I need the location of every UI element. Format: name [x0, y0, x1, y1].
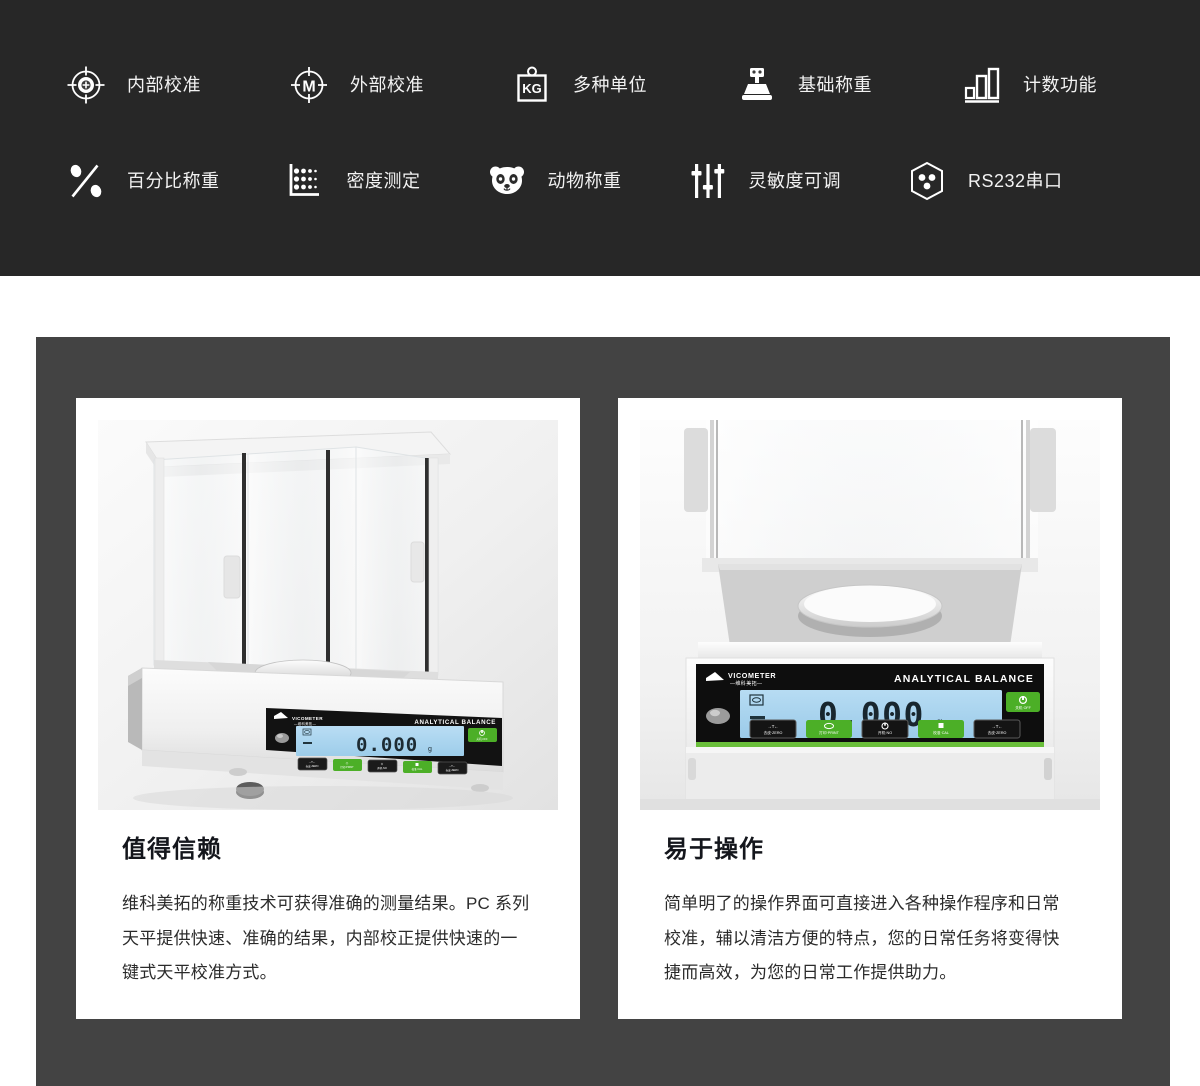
feature-row-2: 百分比称重 密度测定 动物称重 灵敏度可调 RS232串口 — [0, 133, 1200, 229]
feature-row-1: 内部校准 M 外部校准 KG 多种单位 基础称重 计数功能 — [0, 37, 1200, 133]
card-description: 简单明了的操作界面可直接进入各种操作程序和日常校准，辅以清洁方便的特点，您的日常… — [664, 893, 1060, 983]
density-dots-icon — [282, 157, 330, 205]
kg-weight-icon: KG — [508, 61, 556, 109]
analytical-balance-closeup-illustration: VICOMETER —维科美拓— ANALYTICAL BALANCE 0.00… — [640, 420, 1100, 810]
svg-text:KG: KG — [522, 81, 542, 96]
feature-item-basic-weighing[interactable]: 基础称重 — [733, 37, 872, 133]
svg-text:去皮·ZERO: 去皮·ZERO — [764, 730, 783, 735]
svg-text:关机·OFF: 关机·OFF — [1015, 705, 1031, 710]
card-body: 值得信赖 维科美拓的称重技术可获得准确的测量结果。PC 系列天平提供快速、准确的… — [98, 810, 558, 1019]
card-description: 维科美拓的称重技术可获得准确的测量结果。PC 系列天平提供快速、准确的结果，内部… — [122, 893, 530, 983]
feature-item-counting-function[interactable]: 计数功能 — [958, 37, 1097, 133]
svg-text:—维科美拓—: —维科美拓— — [730, 680, 762, 687]
card-title: 易于操作 — [664, 836, 764, 863]
feature-item-density-measurement[interactable]: 密度测定 — [282, 133, 421, 229]
panda-animal-icon — [483, 157, 531, 205]
feature-label: 内部校准 — [127, 75, 201, 95]
feature-label: 外部校准 — [350, 75, 424, 95]
device-display-value: 0.000 — [356, 734, 418, 756]
card-title: 值得信赖 — [122, 836, 222, 863]
platform-scale-icon — [733, 61, 781, 109]
svg-text:→T←: →T← — [991, 724, 1002, 729]
svg-text:去皮·ZERO: 去皮·ZERO — [988, 730, 1007, 735]
svg-text:打印·PRINT: 打印·PRINT — [819, 730, 839, 735]
feature-item-animal-weighing[interactable]: 动物称重 — [483, 133, 622, 229]
svg-text:M: M — [302, 79, 315, 96]
svg-text:去皮·ZERO: 去皮·ZERO — [446, 768, 459, 772]
svg-text:→T←: →T← — [308, 760, 316, 764]
svg-text:校准·CAL: 校准·CAL — [412, 767, 423, 771]
feature-item-multiple-units[interactable]: KG 多种单位 — [508, 37, 647, 133]
crosshair-target-icon — [62, 61, 110, 109]
bar-chart-icon — [958, 61, 1006, 109]
analytical-balance-illustration: VICOMETER —维科美拓— ANALYTICAL BALANCE 0.00… — [98, 420, 558, 810]
feature-item-rs232-port[interactable]: RS232串口 — [903, 133, 1063, 229]
feature-label: 多种单位 — [573, 75, 647, 95]
feature-item-internal-calibration[interactable]: 内部校准 — [62, 37, 201, 133]
feature-grid: 内部校准 M 外部校准 KG 多种单位 基础称重 计数功能 百分比称重 密度测定… — [0, 0, 1200, 276]
svg-text:打印·PRINT: 打印·PRINT — [340, 765, 354, 769]
device-display-unit: g — [428, 746, 432, 753]
device-brand: VICOMETER — [292, 716, 323, 721]
feature-label: 计数功能 — [1023, 75, 1097, 95]
feature-item-external-calibration[interactable]: M 外部校准 — [285, 37, 424, 133]
percent-icon — [62, 157, 110, 205]
svg-text:开机·NO: 开机·NO — [377, 766, 387, 770]
product-card-trustworthy[interactable]: VICOMETER —维科美拓— ANALYTICAL BALANCE 0.00… — [76, 398, 580, 1020]
feature-label: 灵敏度可调 — [748, 171, 841, 191]
feature-label: RS232串口 — [968, 171, 1063, 191]
product-card-list: VICOMETER —维科美拓— ANALYTICAL BALANCE 0.00… — [76, 398, 1122, 1020]
card-body: 易于操作 简单明了的操作界面可直接进入各种操作程序和日常校准，辅以清洁方便的特点… — [640, 810, 1100, 1019]
feature-item-percent-weighing[interactable]: 百分比称重 — [62, 133, 220, 229]
product-photo-full-balance: VICOMETER —维科美拓— ANALYTICAL BALANCE 0.00… — [98, 420, 558, 810]
feature-label: 百分比称重 — [127, 171, 220, 191]
device-model-text-2: ANALYTICAL BALANCE — [894, 673, 1034, 685]
product-panel: VICOMETER —维科美拓— ANALYTICAL BALANCE 0.00… — [36, 337, 1170, 1086]
svg-text:→T←: →T← — [767, 724, 778, 729]
hexagon-port-icon — [903, 157, 951, 205]
feature-item-adjustable-sensitivity[interactable]: 灵敏度可调 — [684, 133, 842, 229]
svg-text:开机·NO: 开机·NO — [878, 730, 892, 735]
svg-text:关机·OFF: 关机·OFF — [476, 737, 488, 741]
feature-label: 动物称重 — [547, 171, 622, 191]
svg-text:校准·CAL: 校准·CAL — [933, 730, 949, 735]
svg-text:—维科美拓—: —维科美拓— — [294, 721, 316, 726]
device-brand-2: VICOMETER — [728, 671, 776, 680]
feature-bar: 内部校准 M 外部校准 KG 多种单位 基础称重 计数功能 百分比称重 密度测定… — [0, 0, 1200, 276]
feature-label: 基础称重 — [798, 75, 872, 95]
crosshair-m-icon: M — [285, 61, 333, 109]
feature-label: 密度测定 — [346, 171, 421, 191]
device-model-text: ANALYTICAL BALANCE — [414, 719, 496, 726]
product-photo-balance-closeup: VICOMETER —维科美拓— ANALYTICAL BALANCE 0.00… — [640, 420, 1100, 810]
sliders-icon — [684, 157, 732, 205]
svg-text:→T←: →T← — [448, 764, 456, 768]
product-card-easy-to-operate[interactable]: VICOMETER —维科美拓— ANALYTICAL BALANCE 0.00… — [618, 398, 1122, 1020]
svg-text:去皮·ZERO: 去皮·ZERO — [306, 764, 319, 768]
